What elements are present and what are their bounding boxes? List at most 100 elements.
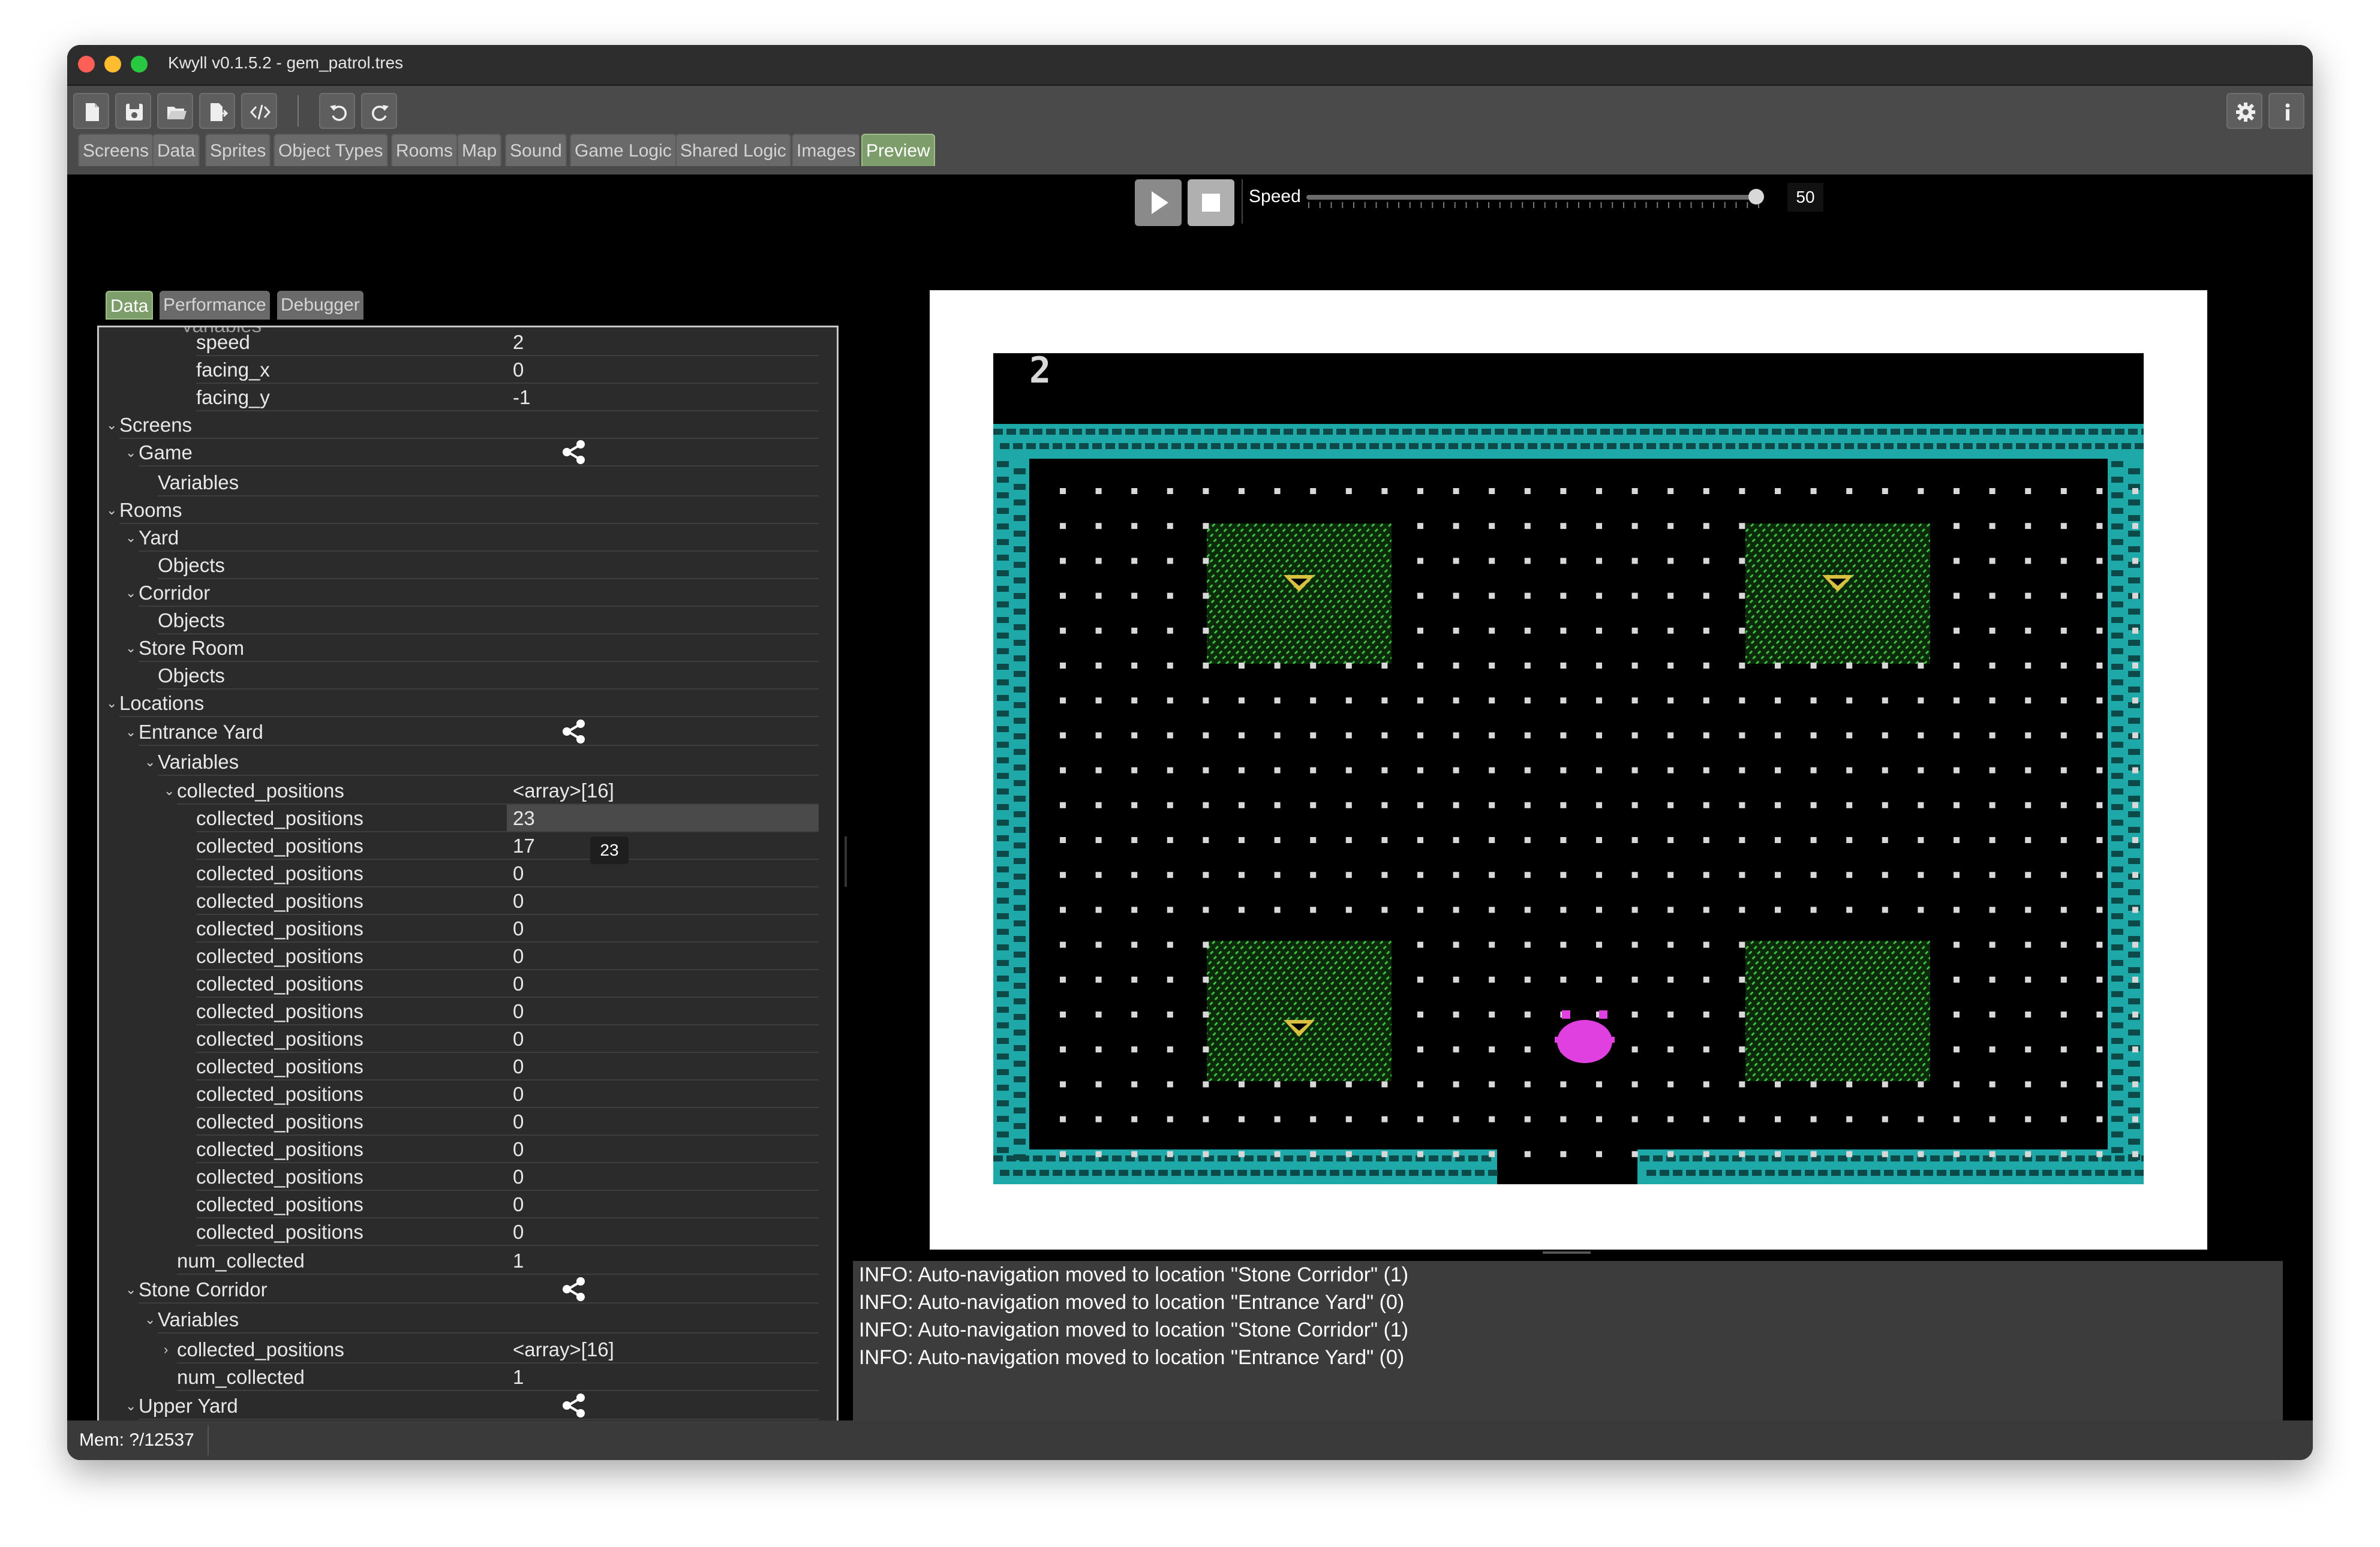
tree-row-label[interactable]: speed bbox=[196, 329, 250, 356]
chevron-down-icon[interactable]: ⌄ bbox=[145, 1306, 155, 1334]
tree-row-value[interactable]: 0 bbox=[513, 970, 524, 998]
tree-row-label[interactable]: Stone Corridor bbox=[139, 1276, 268, 1304]
game-screen[interactable]: 2 bbox=[993, 350, 2157, 1184]
tree-row-label[interactable]: num_collected bbox=[177, 1364, 305, 1391]
chevron-down-icon[interactable]: ⌄ bbox=[106, 411, 117, 439]
share-icon[interactable] bbox=[560, 438, 588, 466]
tree-row-label[interactable]: collected_positions bbox=[196, 970, 363, 998]
tree-row-label[interactable]: Locations bbox=[119, 690, 204, 717]
tree-row-value[interactable]: 0 bbox=[513, 356, 524, 384]
minimize-window-button[interactable] bbox=[104, 56, 121, 73]
tab-shared-logic[interactable]: Shared Logic bbox=[675, 134, 791, 166]
tree-row-label[interactable]: collected_positions bbox=[196, 805, 363, 832]
share-icon[interactable] bbox=[560, 1275, 588, 1304]
tab-rooms[interactable]: Rooms bbox=[391, 134, 458, 166]
tree-row-value[interactable]: 0 bbox=[513, 860, 524, 887]
tree-row-value[interactable]: 0 bbox=[513, 1191, 524, 1218]
tree-row-label[interactable]: Variables bbox=[158, 469, 239, 496]
tree-row-value[interactable]: 0 bbox=[513, 1136, 524, 1163]
subtab-performance[interactable]: Performance bbox=[160, 291, 270, 320]
tree-row-label[interactable]: collected_positions bbox=[196, 887, 363, 915]
tree-row-label[interactable]: collected_positions bbox=[196, 1081, 363, 1108]
chevron-down-icon[interactable]: ⌄ bbox=[125, 718, 136, 746]
tree-row-label[interactable]: Objects bbox=[158, 607, 225, 634]
tree-row-label[interactable]: Corridor bbox=[139, 579, 210, 607]
tree-row-label[interactable]: Screens bbox=[119, 411, 192, 439]
tree-row-label[interactable]: collected_positions bbox=[196, 1191, 363, 1218]
tree-row-value[interactable]: 2 bbox=[513, 329, 524, 356]
tab-images[interactable]: Images bbox=[792, 134, 861, 166]
tree-row-label[interactable]: Yard bbox=[139, 524, 179, 552]
tree-row-value[interactable]: 0 bbox=[513, 887, 524, 915]
settings-button[interactable] bbox=[2226, 93, 2262, 129]
tree-row-value[interactable]: <array>[16] bbox=[513, 1336, 614, 1364]
tree-row-label[interactable]: collected_positions bbox=[177, 777, 344, 805]
chevron-down-icon[interactable]: ⌄ bbox=[145, 748, 155, 776]
tree-row-value[interactable]: 17 bbox=[513, 832, 535, 860]
chevron-down-icon[interactable]: ⌄ bbox=[125, 1276, 136, 1304]
chevron-down-icon[interactable]: ⌄ bbox=[125, 1392, 136, 1420]
tree-row-label[interactable]: Objects bbox=[158, 662, 225, 690]
tree-row-label[interactable]: Upper Yard bbox=[139, 1392, 238, 1420]
share-icon[interactable] bbox=[560, 717, 588, 746]
tree-row-label[interactable]: facing_y bbox=[196, 384, 270, 411]
chevron-right-icon[interactable]: › bbox=[164, 1336, 168, 1364]
chevron-down-icon[interactable]: ⌄ bbox=[125, 634, 136, 662]
tree-row-value[interactable]: 1 bbox=[513, 1364, 524, 1391]
tree-row-label[interactable]: collected_positions bbox=[196, 1218, 363, 1246]
tree-row-value[interactable]: 0 bbox=[513, 1025, 524, 1053]
stop-button[interactable] bbox=[1188, 179, 1234, 226]
chevron-down-icon[interactable]: ⌄ bbox=[125, 524, 136, 552]
tree-row-label[interactable]: collected_positions bbox=[196, 1025, 363, 1053]
tree-row-value[interactable]: 0 bbox=[513, 1108, 524, 1136]
redo-button[interactable] bbox=[361, 93, 397, 129]
info-button[interactable] bbox=[2268, 93, 2304, 129]
chevron-down-icon[interactable]: ⌄ bbox=[164, 777, 175, 805]
tree-row-value[interactable]: 0 bbox=[513, 998, 524, 1025]
undo-button[interactable] bbox=[319, 93, 355, 129]
code-button[interactable] bbox=[241, 93, 277, 129]
tree-row-label[interactable]: Rooms bbox=[119, 496, 182, 524]
tab-sprites[interactable]: Sprites bbox=[205, 134, 271, 166]
tree-row-label[interactable]: collected_positions bbox=[196, 998, 363, 1025]
tree-row-value[interactable]: 1 bbox=[513, 1247, 524, 1275]
tab-object-types[interactable]: Object Types bbox=[274, 134, 388, 166]
tree-row-value[interactable]: 23 bbox=[513, 805, 535, 832]
tree-row-label[interactable]: Variables bbox=[158, 748, 239, 776]
tree-row-value[interactable]: 0 bbox=[513, 1081, 524, 1108]
tree-row-label[interactable]: collected_positions bbox=[196, 1108, 363, 1136]
tree-row-label[interactable]: collected_positions bbox=[196, 860, 363, 887]
tree-row-value[interactable]: 0 bbox=[513, 915, 524, 943]
subtab-debugger[interactable]: Debugger bbox=[277, 291, 363, 320]
tree-row-label[interactable]: collected_positions bbox=[196, 1163, 363, 1191]
tree-row-value[interactable]: 0 bbox=[513, 943, 524, 970]
share-icon[interactable] bbox=[560, 1391, 588, 1420]
tree-row-value[interactable]: 0 bbox=[513, 1053, 524, 1081]
tree-row-label[interactable]: Game bbox=[139, 439, 193, 466]
tree-row-value[interactable]: 0 bbox=[513, 1218, 524, 1246]
chevron-down-icon[interactable]: ⌄ bbox=[125, 579, 136, 607]
tab-screens[interactable]: Screens bbox=[78, 134, 154, 166]
speed-slider[interactable] bbox=[1306, 195, 1761, 200]
chevron-down-icon[interactable]: ⌄ bbox=[106, 496, 117, 524]
tab-sound[interactable]: Sound bbox=[505, 134, 567, 166]
tree-row-label[interactable]: collected_positions bbox=[177, 1336, 344, 1364]
save-button[interactable] bbox=[115, 93, 151, 129]
tree-row-label[interactable]: Variables bbox=[158, 1306, 239, 1334]
tab-map[interactable]: Map bbox=[457, 134, 502, 166]
tree-row-label[interactable]: Objects bbox=[158, 552, 225, 579]
tree-row-label[interactable]: collected_positions bbox=[196, 943, 363, 970]
log-splitter[interactable] bbox=[1543, 1251, 1591, 1254]
tree-row-value[interactable]: 0 bbox=[513, 1163, 524, 1191]
export-button[interactable] bbox=[199, 93, 235, 129]
tree-row-label[interactable]: facing_x bbox=[196, 356, 270, 384]
open-button[interactable] bbox=[157, 93, 193, 129]
tab-preview[interactable]: Preview bbox=[861, 134, 935, 166]
subtab-data[interactable]: Data bbox=[106, 291, 154, 320]
close-window-button[interactable] bbox=[78, 56, 95, 73]
speed-slider-thumb[interactable] bbox=[1748, 189, 1765, 204]
tab-game-logic[interactable]: Game Logic bbox=[570, 134, 677, 166]
tree-row-label[interactable]: num_collected bbox=[177, 1247, 305, 1275]
zoom-window-button[interactable] bbox=[131, 56, 148, 73]
new-file-button[interactable] bbox=[73, 93, 109, 129]
